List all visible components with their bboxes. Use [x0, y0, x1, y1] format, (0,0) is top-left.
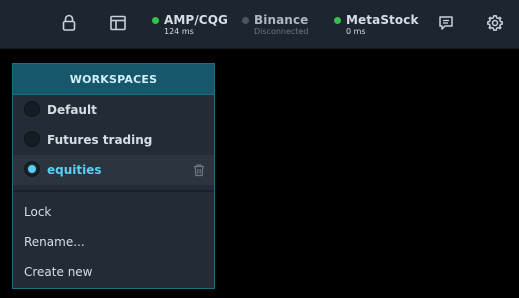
action-label: Lock	[24, 205, 52, 219]
connection-status: 124 ms	[164, 27, 194, 36]
connection-name: MetaStock	[346, 13, 419, 27]
top-toolbar: AMP/CQG 124 ms Binance Disconnected Meta…	[0, 0, 519, 49]
workspace-actions: Lock Rename... Create new	[13, 196, 214, 286]
workspace-item-futures-trading[interactable]: Futures trading	[13, 125, 214, 155]
status-dot	[152, 17, 159, 24]
layout-icon[interactable]	[108, 13, 128, 33]
connection-name: AMP/CQG	[164, 13, 228, 27]
workspace-item-default[interactable]: Default	[13, 95, 214, 125]
status-dot	[242, 17, 249, 24]
workspace-item-equities[interactable]: equities	[13, 155, 214, 185]
workspaces-title: WORKSPACES	[13, 64, 214, 95]
connection-name: Binance	[254, 13, 309, 27]
radio-button[interactable]	[24, 101, 40, 117]
workspaces-dropdown: WORKSPACES Default Futures trading equit…	[12, 63, 215, 289]
create-workspace-action[interactable]: Create new	[13, 256, 214, 286]
lock-icon[interactable]	[59, 13, 79, 33]
menu-divider	[13, 190, 214, 192]
trash-icon[interactable]	[192, 162, 206, 177]
workspace-label: Default	[47, 103, 97, 117]
workspace-label: Futures trading	[47, 133, 153, 147]
radio-selected-dot	[28, 165, 36, 173]
connection-status: 0 ms	[346, 27, 366, 36]
workspace-label: equities	[47, 163, 102, 177]
status-dot	[334, 17, 341, 24]
radio-button[interactable]	[24, 131, 40, 147]
connection-status: Disconnected	[254, 27, 309, 36]
lock-workspace-action[interactable]: Lock	[13, 196, 214, 226]
action-label: Rename...	[24, 235, 85, 249]
chat-icon[interactable]	[436, 13, 456, 33]
workspace-list: Default Futures trading equities	[13, 95, 214, 185]
radio-button-selected[interactable]	[24, 161, 40, 177]
action-label: Create new	[24, 265, 93, 279]
rename-workspace-action[interactable]: Rename...	[13, 226, 214, 256]
gear-icon[interactable]	[485, 13, 505, 33]
